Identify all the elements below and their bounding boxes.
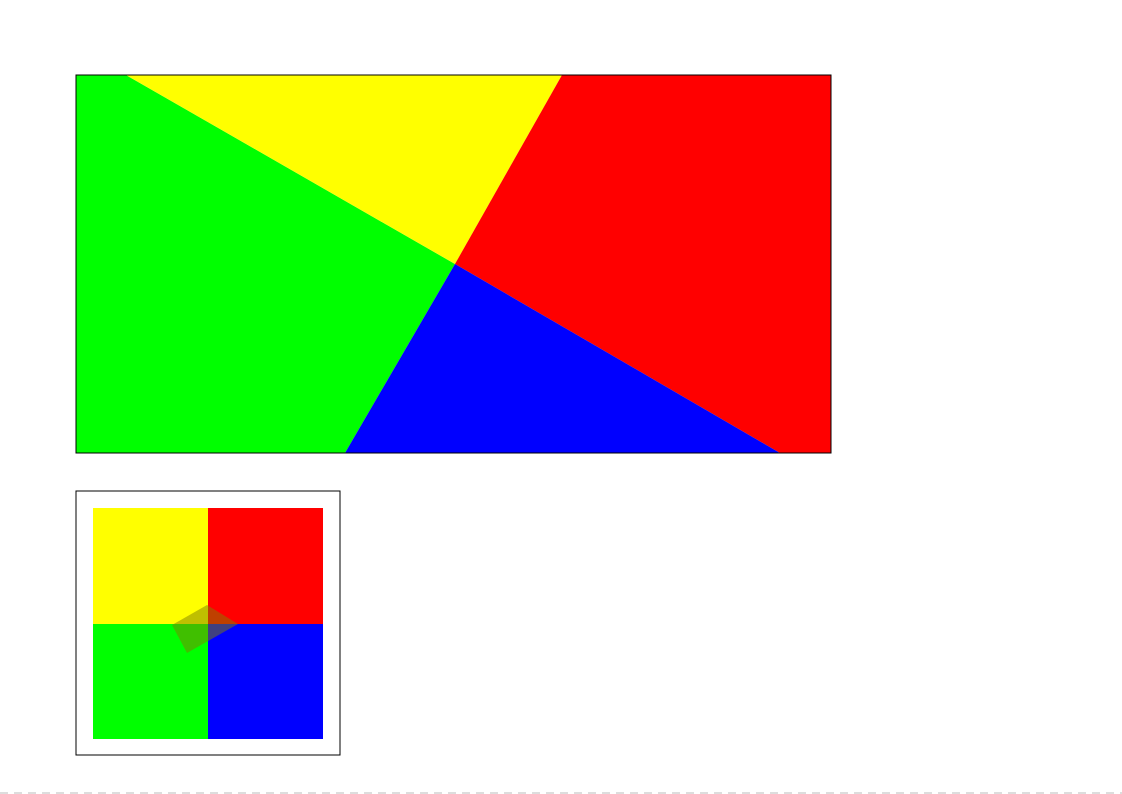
overview-quadrant-red (208, 508, 323, 624)
overview-quadrant-yellow (93, 508, 208, 624)
canvas-page (0, 0, 1122, 794)
drawing-surface (0, 74, 1122, 794)
main-view[interactable] (76, 75, 831, 453)
overview-quadrant-blue (208, 624, 323, 739)
